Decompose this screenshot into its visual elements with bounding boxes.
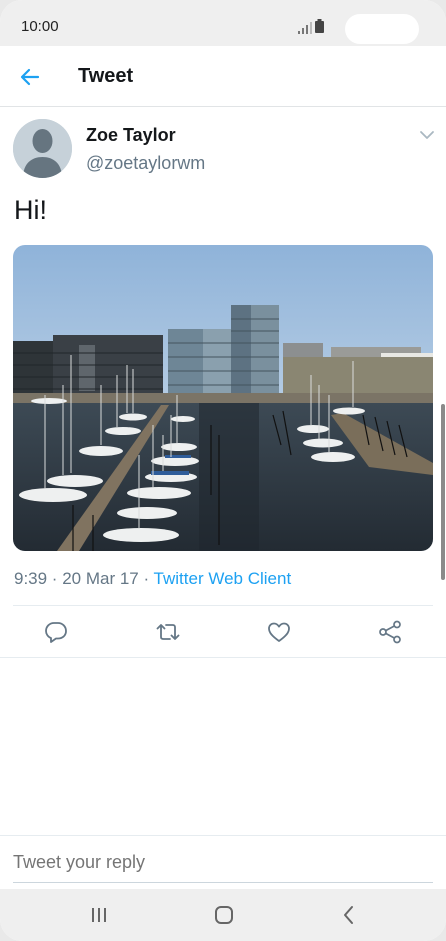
tweet-meta: 9:39 · 20 Mar 17 · Twitter Web Client xyxy=(14,569,291,589)
signal-icon xyxy=(298,22,312,34)
tweet-photo[interactable] xyxy=(13,245,433,551)
share-icon xyxy=(379,620,401,644)
tweet-timestamp: 9:39 · 20 Mar 17 · xyxy=(14,569,154,588)
status-time: 10:00 xyxy=(21,18,59,35)
harbor-photo xyxy=(13,245,433,551)
tweet-text: Hi! xyxy=(14,195,47,225)
back-nav-icon[interactable] xyxy=(337,903,361,927)
phone-screen: 10:00 Tweet Zoe Taylor @zoetaylorwm Hi! xyxy=(0,0,446,941)
home-icon[interactable] xyxy=(212,903,236,927)
app-bar: Tweet xyxy=(0,46,446,107)
default-profile-icon xyxy=(13,119,72,178)
user-handle[interactable]: @zoetaylorwm xyxy=(86,153,205,174)
like-icon xyxy=(268,622,290,642)
divider xyxy=(0,657,446,658)
reply-icon xyxy=(45,622,67,643)
scrollbar[interactable] xyxy=(441,404,445,580)
camera-cutout xyxy=(345,14,419,44)
divider xyxy=(13,605,433,606)
retweet-button[interactable] xyxy=(155,619,181,645)
battery-icon xyxy=(315,19,324,33)
reply-bar xyxy=(0,835,446,889)
system-nav-bar xyxy=(0,889,446,941)
reply-underline xyxy=(13,882,433,883)
share-button[interactable] xyxy=(377,619,403,645)
like-button[interactable] xyxy=(266,619,292,645)
recent-apps-icon[interactable] xyxy=(87,903,111,927)
arrow-left-icon[interactable] xyxy=(18,65,42,89)
tweet-source-link[interactable]: Twitter Web Client xyxy=(154,569,292,588)
status-bar: 10:00 xyxy=(0,0,446,46)
display-name[interactable]: Zoe Taylor xyxy=(86,125,176,146)
page-title: Tweet xyxy=(78,65,134,87)
reply-input[interactable] xyxy=(13,852,433,873)
avatar[interactable] xyxy=(13,119,72,178)
retweet-icon xyxy=(156,624,180,640)
chevron-down-icon[interactable] xyxy=(419,128,435,142)
reply-button[interactable] xyxy=(43,619,69,645)
